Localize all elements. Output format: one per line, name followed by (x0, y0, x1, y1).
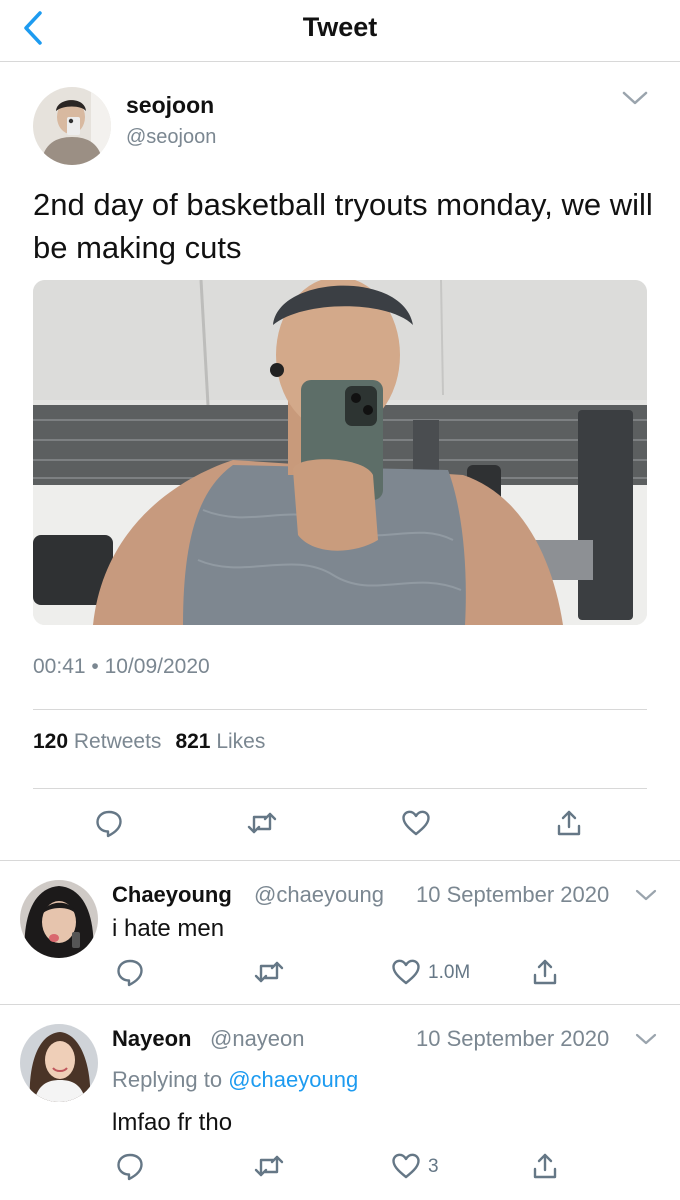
tweet-text: 2nd day of basketball tryouts monday, we… (33, 187, 653, 265)
tweet-timestamp: 00:41 • 10/09/2020 (33, 655, 210, 678)
retweet-button[interactable] (244, 805, 280, 841)
reply-button[interactable] (112, 1148, 148, 1184)
divider (33, 788, 647, 789)
divider (0, 1004, 680, 1005)
like-count: 1.0M (428, 962, 471, 983)
reply-avatar[interactable] (20, 1024, 98, 1102)
chevron-down-icon (635, 1033, 657, 1045)
likes-label[interactable]: Likes (216, 730, 265, 753)
reply-avatar[interactable] (20, 880, 98, 958)
heart-icon (392, 959, 420, 985)
avatar-image (20, 880, 98, 958)
top-bar: Tweet (0, 0, 680, 62)
replying-to: Replying to @chaeyoung (112, 1067, 358, 1093)
retweets-label[interactable]: Retweets (74, 730, 162, 753)
tweet-stats: 120 Retweets 821 Likes (33, 730, 265, 754)
reply-menu-button[interactable] (634, 886, 658, 906)
reply-author-handle[interactable]: @chaeyoung (254, 882, 384, 908)
likes-count[interactable]: 821 (175, 730, 210, 753)
heart-icon (402, 810, 430, 836)
share-button[interactable] (551, 805, 587, 841)
heart-icon (392, 1153, 420, 1179)
chevron-down-icon (635, 889, 657, 901)
reply-menu-button[interactable] (634, 1030, 658, 1050)
reply-author-handle[interactable]: @nayeon (210, 1026, 305, 1052)
reply-author-name[interactable]: Chaeyoung (112, 882, 232, 908)
reply-icon (117, 1153, 143, 1181)
reply-text: i hate men (112, 915, 225, 942)
avatar-image (20, 1024, 98, 1102)
like-count: 3 (428, 1156, 439, 1177)
like-button[interactable] (398, 805, 434, 841)
author-handle[interactable]: @seojoon (126, 126, 216, 149)
avatar[interactable] (33, 87, 111, 165)
avatar-image (33, 87, 111, 165)
replying-prefix: Replying to (112, 1067, 223, 1092)
reply-button[interactable] (91, 805, 127, 841)
divider (33, 709, 647, 710)
reply-icon (96, 810, 122, 838)
gym-selfie-image (33, 280, 647, 625)
tweet-menu-button[interactable] (620, 88, 650, 112)
author-name[interactable]: seojoon (126, 92, 214, 119)
share-button[interactable] (527, 1148, 563, 1184)
replying-to-mention[interactable]: @chaeyoung (228, 1067, 358, 1092)
reply-icon (117, 959, 143, 987)
reply-date: 10 September 2020 (416, 1026, 610, 1051)
retweet-button[interactable] (251, 1148, 287, 1184)
divider (0, 860, 680, 861)
reply-text: lmfao fr tho (112, 1109, 233, 1136)
page-title: Tweet (302, 12, 378, 42)
share-button[interactable] (527, 954, 563, 990)
retweets-count[interactable]: 120 (33, 730, 68, 753)
share-icon (533, 959, 557, 985)
retweet-button[interactable] (251, 954, 287, 990)
like-button[interactable] (388, 954, 424, 990)
reply-author-name[interactable]: Nayeon (112, 1026, 191, 1052)
retweet-icon (254, 961, 284, 983)
retweet-icon (254, 1155, 284, 1177)
reply-date: 10 September 2020 (416, 882, 610, 907)
chevron-down-icon (622, 91, 648, 105)
retweet-icon (247, 812, 277, 834)
reply-button[interactable] (112, 954, 148, 990)
share-icon (533, 1153, 557, 1179)
tweet-photo[interactable] (33, 280, 647, 625)
share-icon (557, 810, 581, 836)
like-button[interactable] (388, 1148, 424, 1184)
